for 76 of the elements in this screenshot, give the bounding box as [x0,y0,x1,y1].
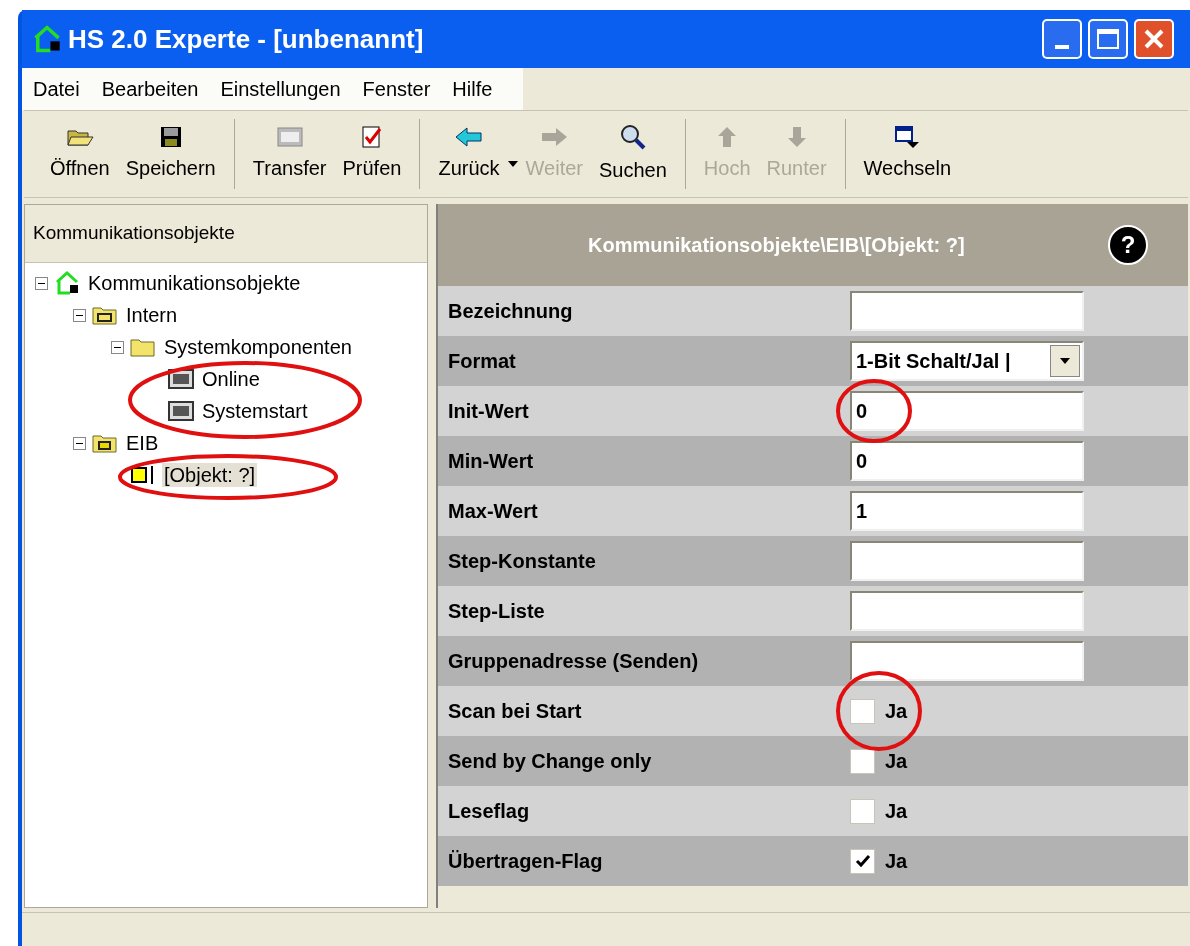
back-arrow-icon [454,125,484,149]
module-icon [275,125,304,149]
module-icon [168,401,194,421]
close-button[interactable] [1134,19,1174,59]
folder-icon [92,432,118,454]
tree-item[interactable]: Systemkomponenten [162,335,354,359]
checkbox[interactable] [850,798,875,824]
window-switch-icon [893,125,922,149]
menu-item[interactable]: Fenster [351,74,442,104]
object-path: Kommunikationsobjekte\EIB\[Objekt: ?] [588,233,966,258]
text-field[interactable]: 0 [850,441,1084,481]
menu-item[interactable]: Hilfe [441,74,504,104]
module-icon [168,369,194,389]
collapse-icon[interactable] [35,276,48,290]
text-field[interactable] [850,591,1084,631]
toolbar-button[interactable]: Transfer [244,125,335,183]
tree-item[interactable]: EIB [124,431,161,455]
toolbar-button[interactable]: Zurück [430,125,508,183]
toolbar-button[interactable]: Wechseln [855,125,959,183]
maximize-button[interactable] [1088,19,1128,59]
checkbox[interactable] [850,698,875,724]
menu-item[interactable]: Einstellungen [209,74,352,104]
property-label: Leseflag [447,799,531,824]
tree-item[interactable]: Kommunikationsobjekte [86,271,303,295]
property-label: Step-Liste [447,599,546,624]
property-label: Format [447,349,517,374]
search-icon [618,123,647,151]
tree-item[interactable]: [Objekt: ?] [162,463,258,487]
text-field[interactable] [850,641,1084,681]
menu-item[interactable]: Datei [22,74,91,104]
property-label: Min-Wert [447,449,535,474]
property-label: Scan bei Start [447,699,583,724]
property-label: Send by Change only [447,749,653,774]
collapse-icon[interactable] [73,308,86,322]
check-icon [854,854,871,868]
property-label: Bezeichnung [447,299,574,324]
tree-item[interactable]: Intern [124,303,180,327]
checkbox-label: Ja [885,749,908,774]
property-label: Max-Wert [447,499,539,524]
toolbar-button[interactable]: Öffnen [42,125,118,183]
tree-item[interactable]: Systemstart [200,399,310,423]
property-label: Step-Konstante [447,549,597,574]
dropdown-caret-icon[interactable] [507,161,518,167]
toolbar-button[interactable]: Speichern [117,125,224,183]
panel-title: Kommunikationsobjekte [33,221,235,246]
minimize-button[interactable] [1042,19,1082,59]
toolbar-button[interactable]: Prüfen [334,125,410,183]
window-title: HS 2.0 Experte - [unbenannt] [68,22,425,56]
house-icon [54,270,80,296]
save-icon [158,125,183,149]
text-field[interactable] [850,541,1084,581]
format-dropdown[interactable]: 1-Bit Schalt/Jal | [850,341,1084,381]
checkbox[interactable] [850,748,875,774]
property-label: Übertragen-Flag [447,849,604,874]
checkbox-label: Ja [885,799,908,824]
object-icon [130,464,156,486]
folder-icon [92,304,118,326]
dropdown-value: 1-Bit Schalt/Jal | [855,349,1012,374]
property-label: Init-Wert [447,399,530,424]
house-icon [32,24,62,54]
text-field[interactable]: 1 [850,491,1084,531]
collapse-icon[interactable] [73,436,86,450]
help-button[interactable]: ? [1108,225,1148,265]
checklist-icon [359,125,384,149]
property-label: Gruppenadresse (Senden) [447,649,700,674]
toolbar-button[interactable]: Suchen [590,123,675,185]
close-icon [1143,28,1165,50]
text-field[interactable]: 0 [850,391,1084,431]
menu-item[interactable]: Bearbeiten [90,74,210,104]
checkbox-label: Ja [885,699,908,724]
checkbox-label: Ja [885,849,908,874]
tree-item[interactable]: Online [200,367,262,391]
folder-icon [130,336,156,358]
collapse-icon[interactable] [111,340,124,354]
checkbox[interactable] [850,848,875,874]
text-field[interactable] [850,291,1084,331]
